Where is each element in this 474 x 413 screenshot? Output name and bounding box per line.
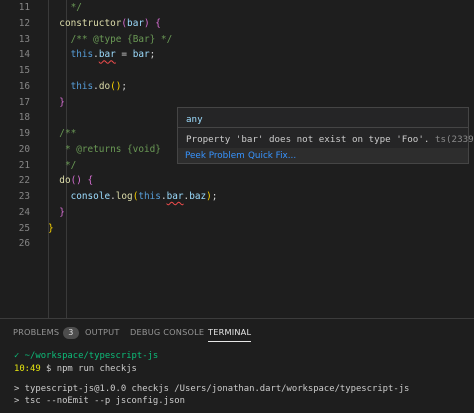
hover-error-text: Property 'bar' does not exist on type 'F… (186, 134, 430, 145)
code-token: baz (189, 191, 207, 202)
code-text: } (48, 221, 54, 237)
line-number: 25 (18, 222, 30, 234)
code-text: console.log(this.bar.baz); (71, 189, 218, 205)
code-token: { (81, 175, 94, 187)
code-token: * @returns (59, 143, 128, 155)
code-line: 25} (0, 221, 474, 237)
code-line: 23 console.log(this.bar.baz); (0, 189, 474, 205)
code-text: } (59, 205, 65, 221)
code-token: } (59, 96, 65, 108)
code-line: 11 */ (0, 0, 474, 16)
tab-problems[interactable]: PROBLEMS 3 (13, 327, 79, 339)
code-text: */ (71, 0, 82, 16)
problems-count-badge: 3 (63, 327, 79, 339)
hover-message: Property 'bar' does not exist on type 'F… (186, 134, 474, 145)
terminal-command: $ npm run checkjs (40, 364, 137, 374)
line-number: 19 (18, 128, 30, 139)
code-token: bar (98, 49, 116, 61)
code-token: do (59, 175, 71, 187)
line-number: 13 (18, 33, 30, 45)
code-text: */ (59, 158, 76, 174)
line-number: 23 (18, 191, 30, 202)
code-text: do() { (59, 173, 93, 189)
code-token: constructor (59, 17, 122, 29)
terminal-time: 10:49 (14, 364, 41, 374)
line-number: 17 (18, 96, 30, 108)
terminal-prompt-dir: ✓ ~/workspace/typescript-js (14, 351, 159, 361)
code-token: { (149, 17, 161, 29)
panel-tabs: PROBLEMS 3 OUTPUT DEBUG CONSOLE TERMINAL (0, 319, 474, 345)
code-text: /** (59, 126, 76, 142)
code-token: this (138, 191, 161, 202)
line-number: 15 (18, 65, 30, 76)
hover-actions: Peek Problem Quick Fix... (178, 148, 468, 163)
tab-terminal[interactable]: TERMINAL (208, 327, 252, 342)
code-token: = (115, 49, 133, 61)
code-token: ; (149, 49, 156, 61)
code-text: } (59, 95, 65, 111)
hover-divider (178, 127, 468, 128)
code-token: console (70, 191, 111, 202)
bottom-panel: PROBLEMS 3 OUTPUT DEBUG CONSOLE TERMINAL … (0, 318, 474, 413)
line-number: 12 (18, 17, 30, 29)
code-token: bar (132, 49, 150, 61)
code-token: ; (211, 191, 218, 202)
code-token: {Bar} (127, 33, 156, 45)
line-number: 21 (18, 159, 30, 171)
peek-problem-link[interactable]: Peek Problem (185, 151, 245, 161)
code-text: /** @type {Bar} */ (71, 32, 173, 48)
tab-problems-label: PROBLEMS (13, 327, 60, 337)
code-line: 16 this.do(); (0, 79, 474, 95)
code-token: bar (166, 191, 184, 202)
code-token: () (110, 80, 122, 92)
code-line: 26 (0, 236, 474, 252)
code-text: constructor(bar) { (59, 16, 161, 32)
terminal-command-line: 10:49 $ npm run checkjs (14, 364, 137, 374)
hover-tooltip: any Property 'bar' does not exist on typ… (177, 107, 474, 164)
hover-type: any (186, 114, 203, 125)
line-number: 26 (18, 238, 30, 250)
code-line: 13 /** @type {Bar} */ (0, 32, 474, 48)
code-token: () (70, 175, 82, 187)
code-token: */ (70, 2, 82, 13)
line-number: 18 (18, 112, 30, 124)
code-line: 14 this.bar = bar; (0, 47, 474, 63)
code-text: this.do(); (71, 79, 127, 95)
line-number: 22 (18, 175, 30, 187)
code-token: bar (127, 17, 144, 29)
terminal-output-line: > typescript-js@1.0.0 checkjs /Users/jon… (14, 384, 410, 394)
code-token: this (70, 49, 94, 61)
code-token: do (98, 80, 111, 92)
code-token: } (48, 222, 54, 234)
code-token: /** (59, 128, 77, 139)
tab-debug-console[interactable]: DEBUG CONSOLE (130, 327, 204, 337)
line-number: 20 (18, 143, 30, 155)
line-number: 14 (18, 49, 30, 61)
code-line: 12 constructor(bar) { (0, 16, 474, 32)
code-token: {void} (127, 143, 161, 155)
quick-fix-link[interactable]: Quick Fix... (248, 151, 296, 161)
terminal-output-line: > tsc --noEmit --p jsconfig.json (14, 396, 185, 406)
code-token: this (70, 80, 94, 92)
code-token: } (59, 206, 65, 218)
code-token: log (115, 191, 133, 202)
code-text: * @returns {void} (59, 142, 161, 158)
code-token: */ (155, 33, 173, 45)
code-token: */ (59, 159, 77, 171)
hover-error-code: ts(2339) (434, 134, 474, 145)
line-number: 24 (18, 206, 30, 218)
code-token: ; (121, 80, 128, 92)
code-line: 24} (0, 205, 474, 221)
line-number: 16 (18, 80, 30, 92)
line-number: 11 (18, 2, 30, 13)
code-text: this.bar = bar; (71, 47, 156, 63)
tab-output[interactable]: OUTPUT (85, 327, 120, 337)
code-line: 22 do() { (0, 173, 474, 189)
code-token: /** @type (70, 33, 128, 45)
code-line: 15 (0, 63, 474, 79)
